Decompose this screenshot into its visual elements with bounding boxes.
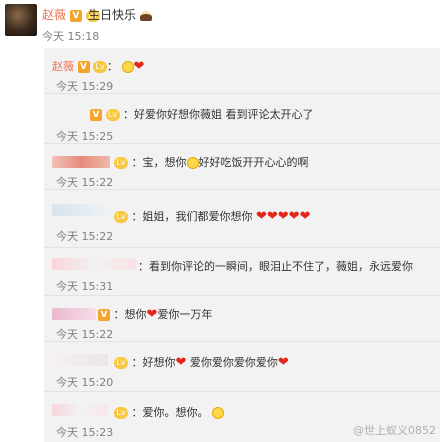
reply-text: ：想你 bbox=[113, 308, 147, 321]
level-badge-icon: Lv bbox=[114, 157, 128, 169]
reply-line: Lv ：好想你❤ 爱你爱你爱你爱你❤ bbox=[114, 354, 289, 370]
blurred-username[interactable] bbox=[52, 404, 108, 416]
reply-text: ：姐姐，我们都爱你想你 bbox=[131, 210, 253, 223]
reply-line: Lv ：宝，想你 好好吃饭开开心心的啊 bbox=[114, 154, 309, 170]
heart-icon: ❤ bbox=[133, 59, 145, 74]
crying-emoji-icon bbox=[212, 407, 224, 419]
level-badge-icon: Lv bbox=[114, 407, 128, 419]
reply-text: ：爱你。想你。 bbox=[131, 406, 209, 419]
comment-text: 生日快乐 bbox=[88, 6, 152, 23]
reply-time: 今天 15:22 bbox=[56, 230, 114, 243]
verified-badge-icon: V bbox=[77, 61, 90, 73]
blurred-username[interactable] bbox=[52, 204, 108, 216]
level-badge-icon: Lv bbox=[114, 357, 128, 369]
level-badge-icon: Lv bbox=[105, 109, 120, 121]
reply-time: 今天 15:22 bbox=[56, 176, 114, 189]
comment-message: 生日快乐 bbox=[88, 8, 137, 22]
level-badge-icon: Lv bbox=[114, 211, 128, 223]
verified-badge-icon: V bbox=[98, 309, 110, 321]
reply-time: 今天 15:20 bbox=[56, 376, 114, 389]
reply-text-2: 好好吃饭开开心心的啊 bbox=[198, 156, 309, 169]
reply-text: ：好爱你好想你薇姐 看到评论太开心了 bbox=[123, 108, 314, 121]
reply-item: Lv ：姐姐，我们都爱你想你 ❤❤❤❤❤ 今天 15:22 bbox=[44, 190, 440, 248]
reply-text: ：看到你评论的一瞬间，眼泪止不住了，薇姐，永远爱你 bbox=[138, 260, 413, 273]
emoji-icon bbox=[186, 157, 199, 169]
reply-username[interactable]: 赵薇 bbox=[52, 60, 74, 73]
reply-time: 今天 15:23 bbox=[56, 426, 114, 439]
reply-line: 赵薇 V Lv： ❤ bbox=[52, 59, 145, 74]
heart-icon: ❤ bbox=[175, 355, 187, 370]
cake-icon bbox=[139, 10, 152, 21]
reply-line: V ：想你❤爱你一万年 bbox=[98, 306, 212, 322]
reply-time: 今天 15:22 bbox=[56, 328, 114, 341]
reply-text-2: 爱你一万年 bbox=[157, 308, 213, 321]
reply-text-2: 爱你爱你爱你爱你 bbox=[189, 356, 278, 369]
verified-badge-icon: V bbox=[90, 109, 102, 121]
reply-text: ：好想你 bbox=[131, 356, 176, 369]
verified-badge-icon: V bbox=[69, 9, 82, 22]
heart-icon: ❤ bbox=[146, 307, 158, 322]
level-badge-icon: Lv bbox=[93, 61, 107, 73]
reply-line: Lv ：姐姐，我们都爱你想你 ❤❤❤❤❤ bbox=[114, 208, 310, 224]
heart-icon: ❤ bbox=[277, 355, 289, 370]
reply-line: V Lv ：好爱你好想你薇姐 看到评论太开心了 bbox=[90, 106, 314, 122]
reply-item: Lv ：宝，想你 好好吃饭开开心心的啊 今天 15:22 bbox=[44, 144, 440, 190]
blurred-username[interactable] bbox=[52, 354, 108, 366]
smile-emoji-icon bbox=[121, 61, 134, 73]
username-text[interactable]: 赵薇 bbox=[42, 8, 66, 22]
blurred-username[interactable] bbox=[52, 258, 136, 270]
comment-time: 今天 15:18 bbox=[42, 30, 100, 43]
reply-item: Lv ：好想你❤ 爱你爱你爱你爱你❤ 今天 15:20 bbox=[44, 342, 440, 392]
avatar[interactable] bbox=[5, 4, 37, 36]
blurred-username[interactable] bbox=[52, 308, 96, 320]
reply-item: 赵薇 V Lv： ❤ 今天 15:29 bbox=[44, 48, 440, 94]
reply-text: ：宝，想你 bbox=[131, 156, 187, 169]
top-comment: 赵薇 V Lv 生日快乐 今天 15:18 bbox=[0, 0, 440, 48]
reply-item: V ：想你❤爱你一万年 今天 15:22 bbox=[44, 296, 440, 342]
heart-icon: ❤❤❤❤❤ bbox=[256, 209, 311, 224]
watermark: @世上蚁义0852 bbox=[353, 424, 436, 437]
reply-time: 今天 15:29 bbox=[56, 80, 114, 93]
replies-panel: 赵薇 V Lv： ❤ 今天 15:29 V Lv ：好爱你好想你薇姐 看到评论太… bbox=[44, 48, 440, 442]
reply-time: 今天 15:31 bbox=[56, 280, 114, 293]
reply-item: ：看到你评论的一瞬间，眼泪止不住了，薇姐，永远爱你 今天 15:31 bbox=[44, 248, 440, 296]
blurred-username[interactable] bbox=[52, 156, 110, 168]
reply-item: V Lv ：好爱你好想你薇姐 看到评论太开心了 今天 15:25 bbox=[44, 94, 440, 144]
reply-time: 今天 15:25 bbox=[56, 130, 114, 143]
reply-line: Lv ：爱你。想你。 bbox=[114, 404, 224, 420]
